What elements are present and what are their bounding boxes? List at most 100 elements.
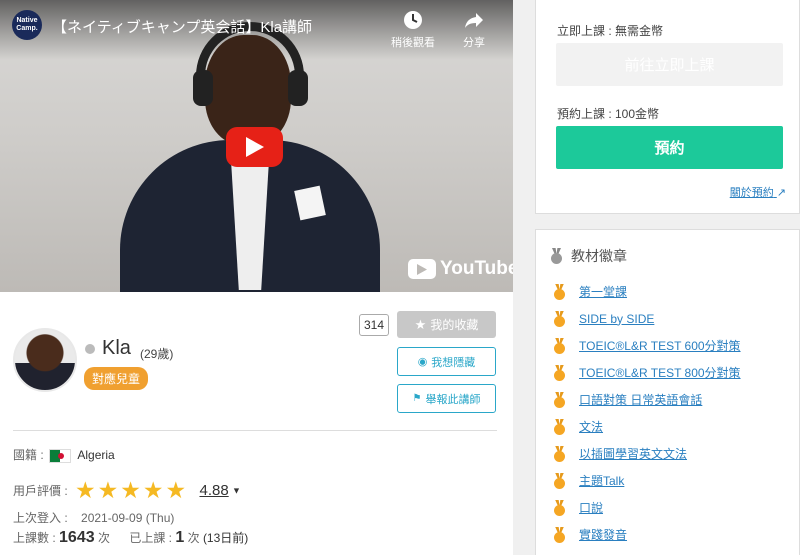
clock-icon xyxy=(404,11,422,29)
rating-row: 用戶評價 : ★★★★★ 4.88 ▼ xyxy=(13,477,241,504)
taken-unit: 次 xyxy=(187,531,200,545)
material-link[interactable]: TOEIC®L&R TEST 600分對策 xyxy=(579,337,741,354)
rating-stars: ★★★★★ xyxy=(75,477,188,504)
taken-label: 已上課 : xyxy=(129,531,172,545)
favorite-button[interactable]: ★ 我的收藏 xyxy=(397,311,496,338)
channel-logo[interactable]: Native Camp. xyxy=(12,10,42,40)
instant-lesson-label: 立即上課 : 無需金幣 xyxy=(557,24,664,38)
watch-later-button[interactable]: 稍後觀看 xyxy=(387,10,439,50)
taken-ago: (13日前) xyxy=(202,531,249,545)
list-item[interactable]: SIDE by SIDE xyxy=(553,305,741,332)
list-item[interactable]: 主題Talk xyxy=(553,467,741,494)
flag-icon: ⚑ xyxy=(412,393,422,404)
video-title[interactable]: 【ネイティブキャンプ英会話】Kla講師 xyxy=(52,16,312,37)
caret-down-icon[interactable]: ▼ xyxy=(232,486,241,496)
medal-icon xyxy=(553,392,566,408)
nationality-value: Algeria xyxy=(77,448,115,462)
report-label: 舉報此講師 xyxy=(425,393,481,406)
play-button[interactable] xyxy=(226,127,283,167)
play-icon xyxy=(245,137,264,157)
algeria-flag-icon xyxy=(49,448,72,463)
material-link[interactable]: 口說 xyxy=(579,499,603,516)
material-link[interactable]: 以插圖學習英文文法 xyxy=(579,445,687,462)
material-link[interactable]: 實踐發音 xyxy=(579,526,627,543)
last-login-label: 上次登入 : xyxy=(13,511,68,525)
teacher-panel: Native Camp. 【ネイティブキャンプ英会話】Kla講師 稍後觀看 分享… xyxy=(0,0,513,555)
medal-icon xyxy=(553,365,566,381)
last-login-value: 2021-09-09 (Thu) xyxy=(81,511,175,525)
booking-card: 立即上課 : 無需金幣 前往立即上課 預約上課 : 100金幣 預約 關於預約 … xyxy=(535,0,800,214)
youtube-play-icon xyxy=(408,259,436,279)
report-button[interactable]: ⚑ 舉報此講師 xyxy=(397,384,496,413)
divider xyxy=(13,430,497,431)
hide-label: 我想隱藏 xyxy=(431,356,476,369)
last-login-row: 上次登入 : 2021-09-09 (Thu) xyxy=(13,509,174,526)
favorite-count: 314 xyxy=(359,314,389,336)
youtube-brand-text: YouTube xyxy=(440,258,513,279)
list-item[interactable]: 口語對策 日常英語會話 xyxy=(553,386,741,413)
eye-slash-icon: ◉ xyxy=(417,356,428,368)
medal-icon xyxy=(553,527,566,543)
list-item[interactable]: 口說 xyxy=(553,494,741,521)
lessons-count: 1643 xyxy=(59,529,95,546)
materials-title: 教材徽章 xyxy=(571,248,627,264)
list-item[interactable]: 以插圖學習英文文法 xyxy=(553,440,741,467)
video-headset-ear-right xyxy=(288,70,308,106)
share-label: 分享 xyxy=(463,37,485,49)
teacher-profile: Kla (29歲) 對應兒童 314 ★ 我的收藏 ◉ 我想隱藏 ⚑ 舉報此講師… xyxy=(0,292,513,555)
medal-icon xyxy=(553,284,566,300)
materials-list: 第一堂課 SIDE by SIDE TOEIC®L&R TEST 600分對策 … xyxy=(553,278,741,548)
list-item[interactable]: TOEIC®L&R TEST 600分對策 xyxy=(553,332,741,359)
medal-icon xyxy=(553,338,566,354)
video-headset-ear-left xyxy=(193,70,213,106)
avatar xyxy=(13,328,77,392)
medal-icon xyxy=(553,446,566,462)
star-icon: ★ xyxy=(120,477,141,503)
material-link[interactable]: 文法 xyxy=(579,418,603,435)
taken-count: 1 xyxy=(175,529,185,546)
list-item[interactable]: 實踐發音 xyxy=(553,521,741,548)
share-icon xyxy=(465,13,483,28)
list-item[interactable]: 文法 xyxy=(553,413,741,440)
hide-button[interactable]: ◉ 我想隱藏 xyxy=(397,347,496,376)
rating-label: 用戶評價 : xyxy=(13,484,68,498)
material-link[interactable]: 主題Talk xyxy=(579,472,624,489)
star-icon: ★ xyxy=(75,477,96,503)
about-reservation-link[interactable]: 關於預約 ↗ xyxy=(730,184,786,200)
star-icon: ★ xyxy=(414,316,427,332)
youtube-logo[interactable]: YouTube xyxy=(408,258,513,280)
medal-icon xyxy=(553,419,566,435)
list-item[interactable]: TOEIC®L&R TEST 800分對策 xyxy=(553,359,741,386)
star-icon: ★ xyxy=(142,477,164,503)
nationality-label: 國籍 : xyxy=(13,448,44,462)
medal-icon xyxy=(553,311,566,327)
video-player[interactable]: Native Camp. 【ネイティブキャンプ英会話】Kla講師 稍後觀看 分享… xyxy=(0,0,513,292)
external-link-icon: ↗ xyxy=(776,187,786,199)
material-link[interactable]: TOEIC®L&R TEST 800分對策 xyxy=(579,364,741,381)
status-dot xyxy=(85,344,95,354)
list-item[interactable]: 第一堂課 xyxy=(553,278,741,305)
medal-icon xyxy=(553,473,566,489)
star-icon: ★ xyxy=(97,477,119,503)
teacher-name: Kla xyxy=(102,337,131,359)
materials-card: 教材徽章 第一堂課 SIDE by SIDE TOEIC®L&R TEST 60… xyxy=(535,229,800,555)
teacher-age: (29歲) xyxy=(140,347,174,361)
reserve-button[interactable]: 預約 xyxy=(556,126,783,169)
kids-badge: 對應兒童 xyxy=(84,367,149,390)
lessons-row: 上課數 : 1643 次 已上課 : 1 次 (13日前) xyxy=(13,529,248,547)
instant-lesson-button[interactable]: 前往立即上課 xyxy=(556,43,783,86)
medal-icon xyxy=(553,500,566,516)
about-reservation-label: 關於預約 xyxy=(729,187,774,199)
star-icon: ★ xyxy=(165,477,187,503)
lessons-label: 上課數 : xyxy=(13,531,56,545)
material-link[interactable]: SIDE by SIDE xyxy=(579,312,654,326)
rating-value[interactable]: 4.88 xyxy=(199,482,228,499)
material-link[interactable]: 口語對策 日常英語會話 xyxy=(579,391,702,408)
watch-later-label: 稍後觀看 xyxy=(391,37,435,49)
reserve-lesson-label: 預約上課 : 100金幣 xyxy=(557,107,660,121)
share-button[interactable]: 分享 xyxy=(448,10,500,50)
lessons-unit: 次 xyxy=(97,531,110,545)
nationality-row: 國籍 : Algeria xyxy=(13,446,115,463)
material-link[interactable]: 第一堂課 xyxy=(579,283,627,300)
favorite-label: 我的收藏 xyxy=(430,318,479,332)
